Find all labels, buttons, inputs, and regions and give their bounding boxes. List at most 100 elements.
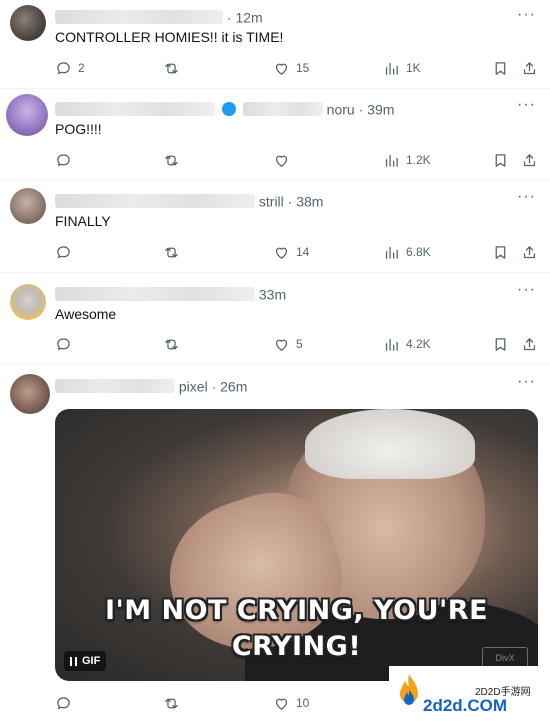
share-icon: [523, 153, 536, 166]
like-count: 14: [296, 245, 310, 259]
bar-chart-icon: [385, 154, 398, 167]
tweet-header: noru · 39m: [55, 100, 394, 118]
handle-fragment: noru: [326, 101, 355, 118]
tweet[interactable]: strill · 38m ··· FINALLY 14 6.8K: [0, 180, 550, 273]
redacted-username: [55, 287, 255, 302]
timestamp[interactable]: 12m: [235, 9, 262, 25]
retweet-icon: [165, 63, 178, 73]
views-button[interactable]: 1K: [383, 58, 421, 78]
tweet-text: FINALLY: [55, 213, 111, 229]
retweet-button[interactable]: [163, 58, 186, 78]
timestamp[interactable]: 33m: [259, 286, 286, 302]
reply-icon: [57, 245, 70, 258]
gif-media[interactable]: I'M NOT CRYING, YOU'RE CRYING! GIF DivX: [55, 409, 538, 681]
tweet[interactable]: · 12m ··· CONTROLLER HOMIES!! it is TIME…: [0, 0, 550, 89]
tweet-header: pixel · 26m: [55, 377, 247, 395]
retweet-icon: [165, 339, 178, 349]
reply-icon: [57, 696, 70, 709]
like-button[interactable]: 14: [273, 242, 309, 262]
media-figure-hair: [305, 409, 475, 479]
retweet-button[interactable]: [163, 334, 186, 354]
gif-play-pause-button[interactable]: GIF: [64, 651, 107, 671]
heart-icon: [275, 155, 288, 167]
views-count: 6.8K: [406, 245, 431, 259]
gif-caption-line-2: CRYING!: [231, 631, 362, 662]
site-watermark: 2D2D手游网 2d2d.COM: [389, 666, 550, 723]
heart-icon: [275, 247, 288, 259]
avatar[interactable]: [10, 374, 50, 414]
avatar[interactable]: [10, 5, 46, 41]
avatar[interactable]: [10, 284, 46, 320]
tweet[interactable]: noru · 39m ··· POG!!!! 1.2K: [0, 88, 550, 181]
heart-icon: [275, 63, 288, 75]
like-button[interactable]: [273, 150, 296, 170]
like-button[interactable]: 15: [273, 58, 309, 78]
retweet-button[interactable]: [163, 150, 186, 170]
bar-chart-icon: [385, 338, 398, 351]
gif-badge-label: GIF: [82, 655, 101, 667]
retweet-button[interactable]: [163, 693, 186, 713]
bookmark-button[interactable]: [492, 242, 509, 262]
views-button[interactable]: 4.2K: [383, 334, 431, 354]
bookmark-button[interactable]: [492, 150, 509, 170]
retweet-icon: [165, 698, 178, 708]
tweet-text: Awesome: [55, 306, 117, 322]
reply-button[interactable]: [55, 693, 78, 713]
timestamp[interactable]: 38m: [296, 193, 323, 209]
tweet[interactable]: 33m ··· Awesome 5 4.2K: [0, 272, 550, 365]
redacted-username: [55, 194, 255, 209]
bookmark-button[interactable]: [492, 334, 509, 354]
views-button[interactable]: 6.8K: [383, 242, 431, 262]
watermark-big-text: 2d2d.COM: [423, 696, 508, 715]
share-button[interactable]: [521, 242, 538, 262]
avatar[interactable]: [6, 94, 48, 136]
more-options-button[interactable]: ···: [517, 96, 536, 114]
share-icon: [523, 245, 536, 258]
bookmark-icon: [495, 153, 506, 167]
more-options-button[interactable]: ···: [517, 373, 536, 391]
heart-icon: [275, 339, 288, 351]
timestamp[interactable]: 39m: [367, 101, 394, 117]
reply-icon: [57, 337, 70, 350]
reply-button[interactable]: [55, 334, 78, 354]
timestamp[interactable]: 26m: [220, 378, 247, 394]
retweet-button[interactable]: [163, 242, 186, 262]
views-button[interactable]: 1.2K: [383, 150, 431, 170]
share-button[interactable]: [521, 150, 538, 170]
views-count: 4.2K: [406, 337, 431, 351]
like-count: 5: [296, 337, 303, 351]
share-button[interactable]: [521, 334, 538, 354]
heart-icon: [275, 698, 288, 710]
bar-chart-icon: [385, 62, 398, 75]
tweet-actions: 5 4.2K: [55, 334, 540, 354]
more-options-button[interactable]: ···: [517, 188, 536, 206]
tweet-actions: 14 6.8K: [55, 242, 540, 262]
like-count: 10: [296, 696, 310, 710]
bar-chart-icon: [385, 246, 398, 259]
redacted-username: [55, 379, 175, 394]
like-button[interactable]: 5: [273, 334, 303, 354]
reply-button[interactable]: [55, 150, 78, 170]
more-options-button[interactable]: ···: [517, 6, 536, 24]
tweet-header: · 12m: [55, 8, 263, 26]
reply-button[interactable]: 2: [55, 58, 85, 78]
views-count: 1.2K: [406, 153, 431, 167]
redacted-username: [55, 102, 215, 117]
avatar[interactable]: [10, 188, 46, 224]
share-icon: [523, 337, 536, 350]
like-button[interactable]: 10: [273, 693, 309, 713]
bookmark-button[interactable]: [492, 58, 509, 78]
separator: ·: [211, 378, 217, 395]
redacted-handle: [242, 102, 323, 117]
separator: ·: [358, 101, 364, 118]
reply-icon: [57, 153, 70, 166]
more-options-button[interactable]: ···: [517, 281, 536, 299]
like-count: 15: [296, 61, 310, 75]
share-button[interactable]: [521, 58, 538, 78]
reply-icon: [57, 61, 70, 74]
pause-icon: [70, 656, 77, 666]
retweet-icon: [165, 155, 178, 165]
share-icon: [523, 61, 536, 74]
reply-button[interactable]: [55, 242, 78, 262]
redacted-username: [55, 10, 223, 25]
